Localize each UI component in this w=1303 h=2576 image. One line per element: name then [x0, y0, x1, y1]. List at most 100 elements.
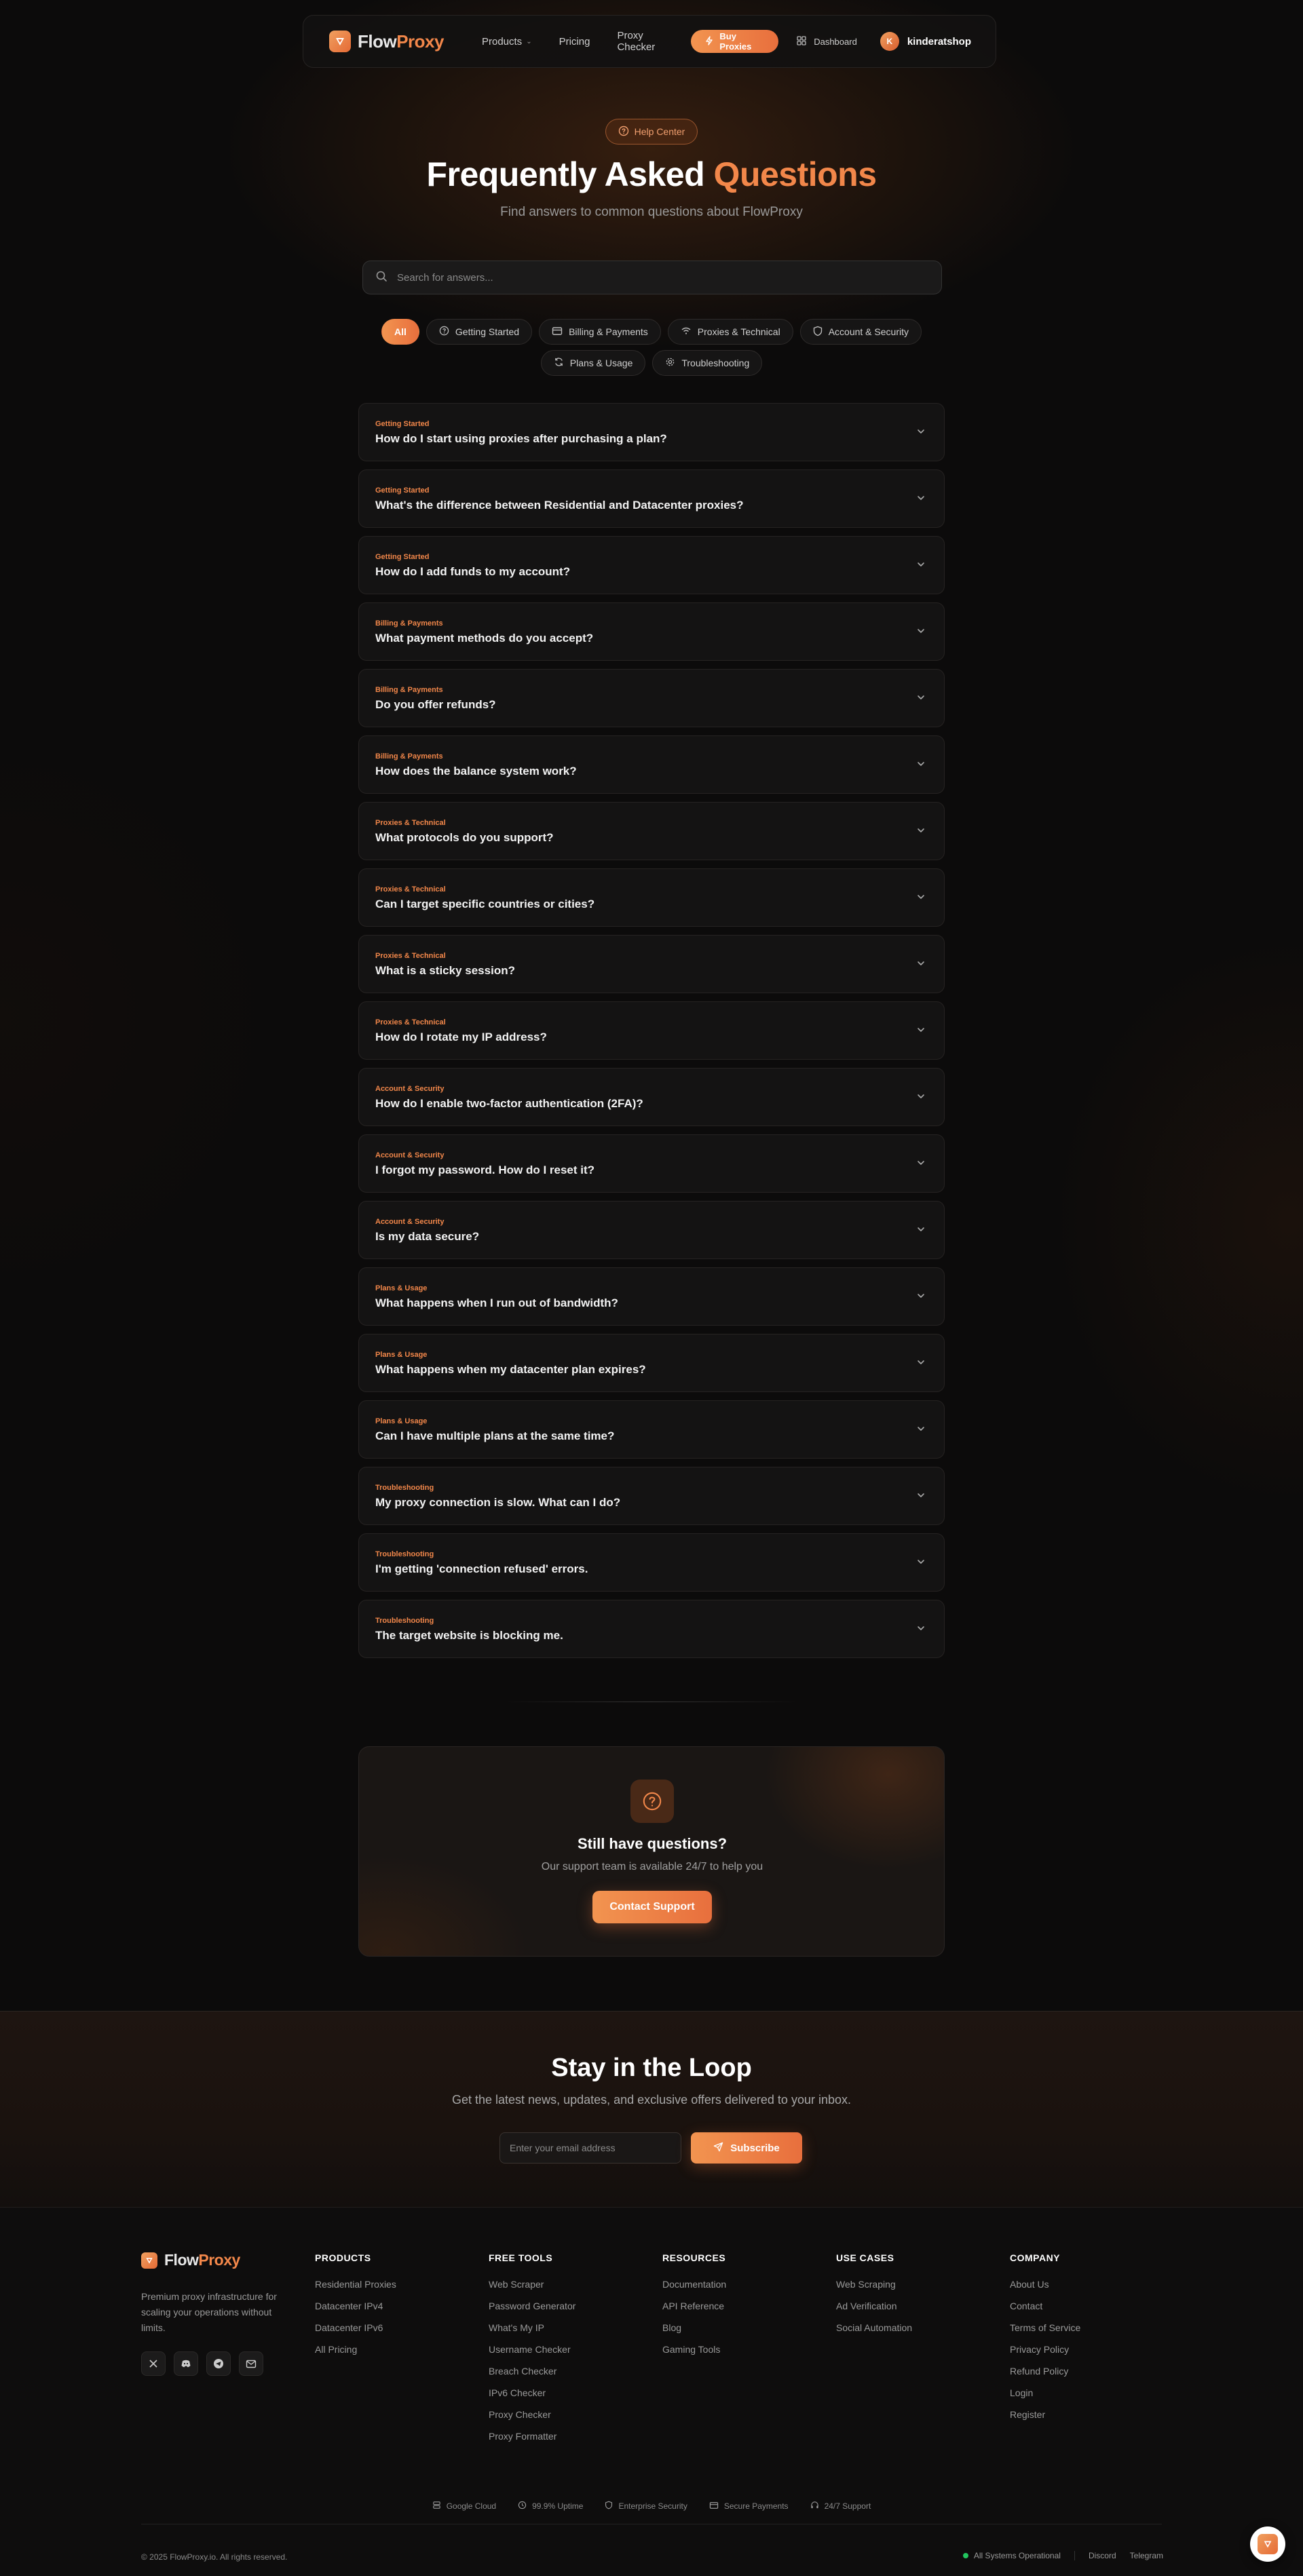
footer-link[interactable]: Social Automation — [836, 2320, 912, 2342]
faq-item[interactable]: Billing & Payments Do you offer refunds? — [358, 669, 945, 727]
dashboard-link[interactable]: Dashboard — [796, 35, 857, 48]
faq-item[interactable]: Troubleshooting My proxy connection is sl… — [358, 1467, 945, 1525]
faq-item[interactable]: Getting Started How do I start using prox… — [358, 403, 945, 461]
footer-link[interactable]: IPv6 Checker — [489, 2385, 575, 2407]
footer-col-use-cases: USE CASES Web Scraping Ad Verification Soc… — [836, 2252, 912, 2342]
contact-support-button[interactable]: Contact Support — [592, 1891, 712, 1923]
footer-link[interactable]: Breach Checker — [489, 2364, 575, 2385]
filter-plans[interactable]: Plans & Usage — [540, 350, 646, 376]
subscribe-button[interactable]: Subscribe — [691, 2132, 802, 2164]
faq-item[interactable]: Billing & Payments What payment methods d… — [358, 602, 945, 661]
nav-products[interactable]: Products ⌄ — [482, 36, 532, 47]
faq-question: What happens when I run out of bandwidth… — [375, 1296, 618, 1309]
footer-link[interactable]: Datacenter IPv4 — [315, 2299, 396, 2320]
filter-all[interactable]: All — [381, 319, 419, 345]
footer-link[interactable]: Residential Proxies — [315, 2277, 396, 2299]
flowproxy-logo-icon — [1258, 2534, 1278, 2554]
faq-category: Troubleshooting — [375, 1617, 434, 1625]
newsletter-email-input[interactable] — [499, 2132, 681, 2164]
footer-link[interactable]: Password Generator — [489, 2299, 575, 2320]
footer-col-title: FREE TOOLS — [489, 2252, 553, 2263]
footer-link[interactable]: Gaming Tools — [662, 2342, 726, 2364]
footer-link[interactable]: Contact — [1010, 2299, 1080, 2320]
shield-icon — [813, 326, 823, 339]
faq-item[interactable]: Getting Started How do I add funds to my … — [358, 536, 945, 594]
faq-item[interactable]: Plans & Usage What happens when I run out… — [358, 1267, 945, 1326]
footer-link[interactable]: Proxy Checker — [489, 2407, 575, 2429]
faq-item[interactable]: Account & Security How do I enable two-fa… — [358, 1068, 945, 1126]
footer-link[interactable]: Web Scraping — [836, 2277, 912, 2299]
footer-logo[interactable]: FlowProxy — [141, 2251, 240, 2269]
footer-link[interactable]: Terms of Service — [1010, 2320, 1080, 2342]
chevron-down-icon — [915, 493, 926, 507]
nav-proxy-checker[interactable]: Proxy Checker — [617, 30, 666, 53]
faq-category: Getting Started — [375, 420, 430, 428]
floating-chat-button[interactable] — [1250, 2526, 1285, 2562]
faq-item[interactable]: Proxies & Technical What protocols do you… — [358, 802, 945, 860]
footer-link[interactable]: All Pricing — [315, 2342, 396, 2364]
faq-search — [362, 261, 942, 294]
footer-link[interactable]: Documentation — [662, 2277, 726, 2299]
footer-link[interactable]: About Us — [1010, 2277, 1080, 2299]
filter-troubleshooting[interactable]: Troubleshooting — [652, 350, 763, 376]
faq-item[interactable]: Plans & Usage Can I have multiple plans a… — [358, 1400, 945, 1459]
faq-item[interactable]: Billing & Payments How does the balance s… — [358, 735, 945, 794]
footer-link[interactable]: Register — [1010, 2407, 1080, 2429]
footer-link[interactable]: Web Scraper — [489, 2277, 575, 2299]
shield-icon — [605, 2501, 613, 2512]
faq-item[interactable]: Getting Started What's the difference bet… — [358, 469, 945, 528]
footer-link[interactable]: Ad Verification — [836, 2299, 912, 2320]
page-subtitle: Find answers to common questions about F… — [500, 205, 803, 219]
footer-link[interactable]: Proxy Formatter — [489, 2429, 575, 2450]
nav-pricing[interactable]: Pricing — [559, 36, 590, 47]
filter-label: Getting Started — [455, 326, 520, 337]
chevron-down-icon — [915, 958, 926, 972]
faq-category: Plans & Usage — [375, 1284, 428, 1292]
filter-proxies[interactable]: Proxies & Technical — [667, 319, 793, 345]
faq-item[interactable]: Account & Security Is my data secure? — [358, 1201, 945, 1259]
footer-link[interactable]: What's My IP — [489, 2320, 575, 2342]
newsletter-section: Stay in the Loop Get the latest news, up… — [0, 2011, 1303, 2208]
faq-item[interactable]: Account & Security I forgot my password. … — [358, 1134, 945, 1193]
footer-link[interactable]: Refund Policy — [1010, 2364, 1080, 2385]
chevron-down-icon — [915, 559, 926, 573]
footer-discord-link[interactable]: Discord — [1089, 2551, 1116, 2560]
faq-question: What payment methods do you accept? — [375, 632, 594, 645]
user-menu[interactable]: K kinderatshop — [880, 32, 971, 51]
chevron-down-icon — [915, 1224, 926, 1238]
search-input[interactable] — [397, 271, 929, 284]
system-status[interactable]: All Systems Operational — [962, 2551, 1061, 2560]
x-twitter-icon[interactable] — [141, 2351, 166, 2376]
filter-label: Plans & Usage — [569, 358, 633, 368]
mail-icon[interactable] — [239, 2351, 263, 2376]
filter-label: Troubleshooting — [681, 358, 750, 368]
faq-list: Getting Started How do I start using prox… — [358, 403, 945, 1666]
faq-item[interactable]: Proxies & Technical How do I rotate my IP… — [358, 1001, 945, 1060]
faq-question: What protocols do you support? — [375, 831, 554, 844]
faq-item[interactable]: Proxies & Technical What is a sticky sess… — [358, 935, 945, 993]
discord-icon[interactable] — [174, 2351, 198, 2376]
footer-link[interactable]: API Reference — [662, 2299, 726, 2320]
footer-link[interactable]: Login — [1010, 2385, 1080, 2407]
faq-item[interactable]: Troubleshooting The target website is blo… — [358, 1600, 945, 1658]
faq-item[interactable]: Proxies & Technical Can I target specific… — [358, 868, 945, 927]
faq-item[interactable]: Troubleshooting I'm getting 'connection r… — [358, 1533, 945, 1592]
newsletter-title: Stay in the Loop — [551, 2054, 752, 2082]
footer-link[interactable]: Privacy Policy — [1010, 2342, 1080, 2364]
chevron-down-icon — [915, 1623, 926, 1637]
footer-link[interactable]: Username Checker — [489, 2342, 575, 2364]
footer-telegram-link[interactable]: Telegram — [1130, 2551, 1163, 2560]
footer-col-title: USE CASES — [836, 2252, 894, 2263]
trust-badges: Google Cloud 99.9% Uptime Enterprise Sec… — [0, 2501, 1303, 2512]
footer-link[interactable]: Datacenter IPv6 — [315, 2320, 396, 2342]
filter-getting-started[interactable]: Getting Started — [426, 319, 533, 345]
brand-logo[interactable]: FlowProxy — [329, 31, 444, 52]
chevron-down-icon — [915, 1024, 926, 1039]
faq-item[interactable]: Plans & Usage What happens when my datace… — [358, 1334, 945, 1392]
filter-account[interactable]: Account & Security — [799, 319, 922, 345]
trust-uptime: 99.9% Uptime — [518, 2501, 583, 2512]
buy-proxies-button[interactable]: Buy Proxies — [691, 30, 779, 53]
filter-billing[interactable]: Billing & Payments — [539, 319, 661, 345]
footer-link[interactable]: Blog — [662, 2320, 726, 2342]
telegram-icon[interactable] — [206, 2351, 231, 2376]
